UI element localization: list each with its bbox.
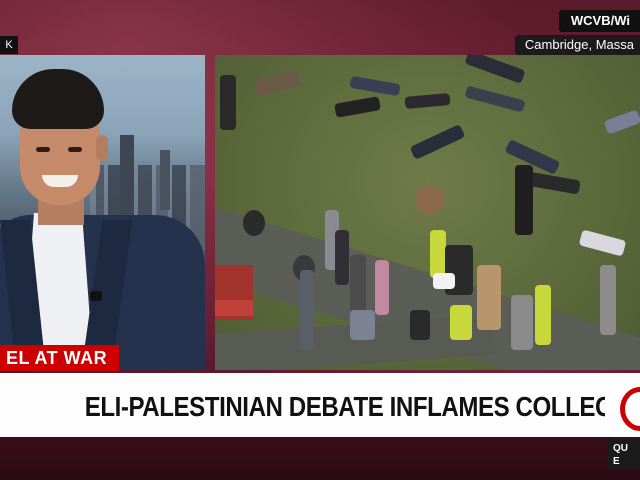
protester-vest [450, 305, 472, 340]
corner-tag-line1: QU [613, 443, 628, 454]
presenter-ear [96, 135, 108, 161]
protester [603, 109, 640, 135]
protester-sitting [410, 310, 430, 340]
protester [253, 69, 302, 97]
protester-standing [477, 265, 501, 330]
presenter-video-panel [0, 55, 205, 370]
station-tag: WCVB/Wi [558, 10, 640, 32]
protester-standing [375, 260, 389, 315]
protester [409, 124, 466, 160]
presenter-hair [12, 69, 104, 129]
protester-standing [350, 255, 366, 313]
red-bench-seat [215, 300, 253, 316]
presenter-eye [36, 147, 50, 152]
presenter-eye [68, 147, 82, 152]
headline: ELI-PALESTINIAN DEBATE INFLAMES COLLEGE … [84, 391, 605, 422]
protester [464, 85, 526, 113]
location-tag: Cambridge, Massa [514, 35, 640, 55]
protester-standing [511, 295, 533, 350]
protester-standing [220, 75, 236, 130]
presenter [0, 55, 205, 370]
bottom-strip [0, 437, 640, 480]
protester-standing [300, 270, 314, 350]
corner-tag-line2: E [613, 456, 620, 467]
protester-vest [535, 285, 551, 345]
protester [404, 93, 451, 109]
protester-standing [335, 230, 349, 285]
protester-standing [600, 265, 616, 335]
campus-video-panel [215, 55, 640, 370]
protester-sitting [243, 210, 265, 236]
protester-vest [430, 230, 446, 278]
protester-sitting [350, 310, 375, 340]
topic-label: EL AT WAR [0, 345, 120, 371]
protest-sign [433, 273, 455, 289]
protester [349, 75, 401, 97]
corner-tag: QU E [608, 440, 640, 470]
lapel-mic-icon [90, 291, 102, 301]
left-edge-tag: K [0, 36, 18, 54]
protester [578, 229, 627, 257]
protester-standing [515, 165, 533, 235]
protester-sitting [415, 185, 445, 215]
cnn-logo-icon [612, 373, 640, 437]
protester [464, 55, 526, 84]
protester [334, 96, 381, 118]
